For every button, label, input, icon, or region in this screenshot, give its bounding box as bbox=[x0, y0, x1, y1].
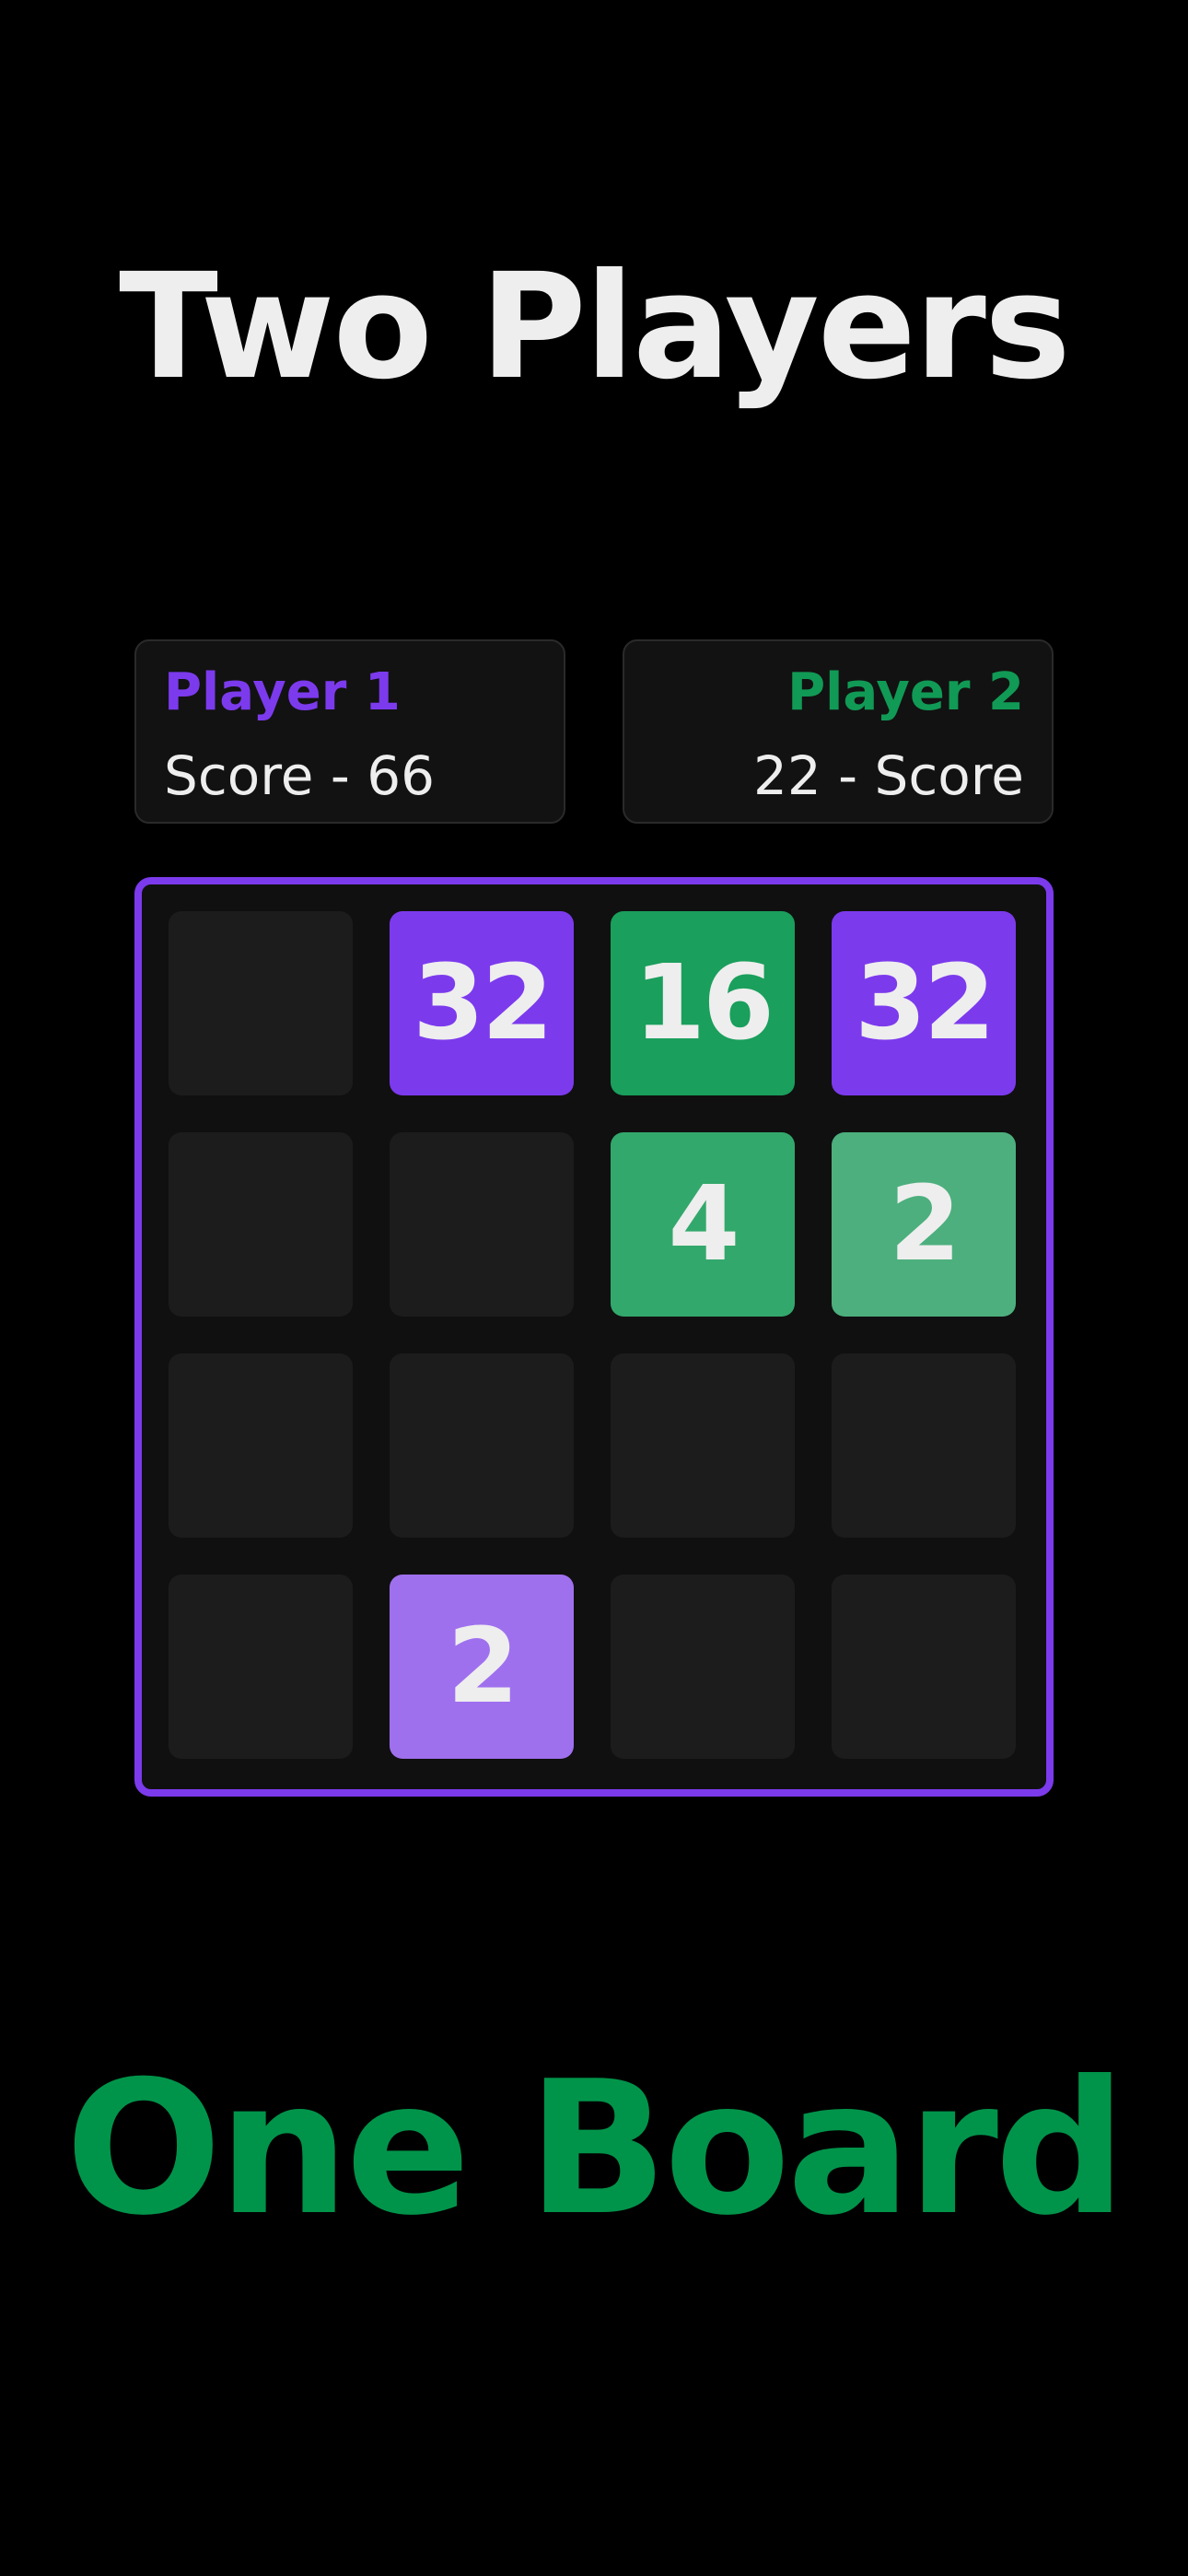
player-2-name: Player 2 bbox=[787, 662, 1024, 722]
board-tile-2: 2 bbox=[390, 1575, 574, 1759]
board-tile-16: 16 bbox=[611, 911, 795, 1095]
board-cell-empty bbox=[390, 1353, 574, 1538]
board-cell-empty bbox=[832, 1353, 1016, 1538]
player-2-score: 22 - Score bbox=[752, 744, 1024, 807]
game-board[interactable]: 32 16 32 4 2 2 bbox=[134, 877, 1054, 1797]
board-cell-empty bbox=[611, 1353, 795, 1538]
page-title: Two Players bbox=[119, 242, 1071, 412]
board-cell-empty bbox=[390, 1132, 574, 1317]
board-cell-empty bbox=[611, 1575, 795, 1759]
tagline: One Board bbox=[64, 2042, 1126, 2256]
board-cell-empty bbox=[169, 911, 353, 1095]
player-1-name: Player 1 bbox=[164, 662, 401, 722]
board-cell-empty bbox=[169, 1353, 353, 1538]
board-tile-32: 32 bbox=[390, 911, 574, 1095]
board-tile-4: 4 bbox=[611, 1132, 795, 1317]
board-tile-32: 32 bbox=[832, 911, 1016, 1095]
board-cell-empty bbox=[832, 1575, 1016, 1759]
player-1-score-card: Player 1 Score - 66 bbox=[134, 639, 565, 824]
player-2-score-card: Player 2 22 - Score bbox=[623, 639, 1054, 824]
board-tile-2: 2 bbox=[832, 1132, 1016, 1317]
board-cell-empty bbox=[169, 1132, 353, 1317]
player-1-score: Score - 66 bbox=[164, 744, 436, 807]
board-cell-empty bbox=[169, 1575, 353, 1759]
